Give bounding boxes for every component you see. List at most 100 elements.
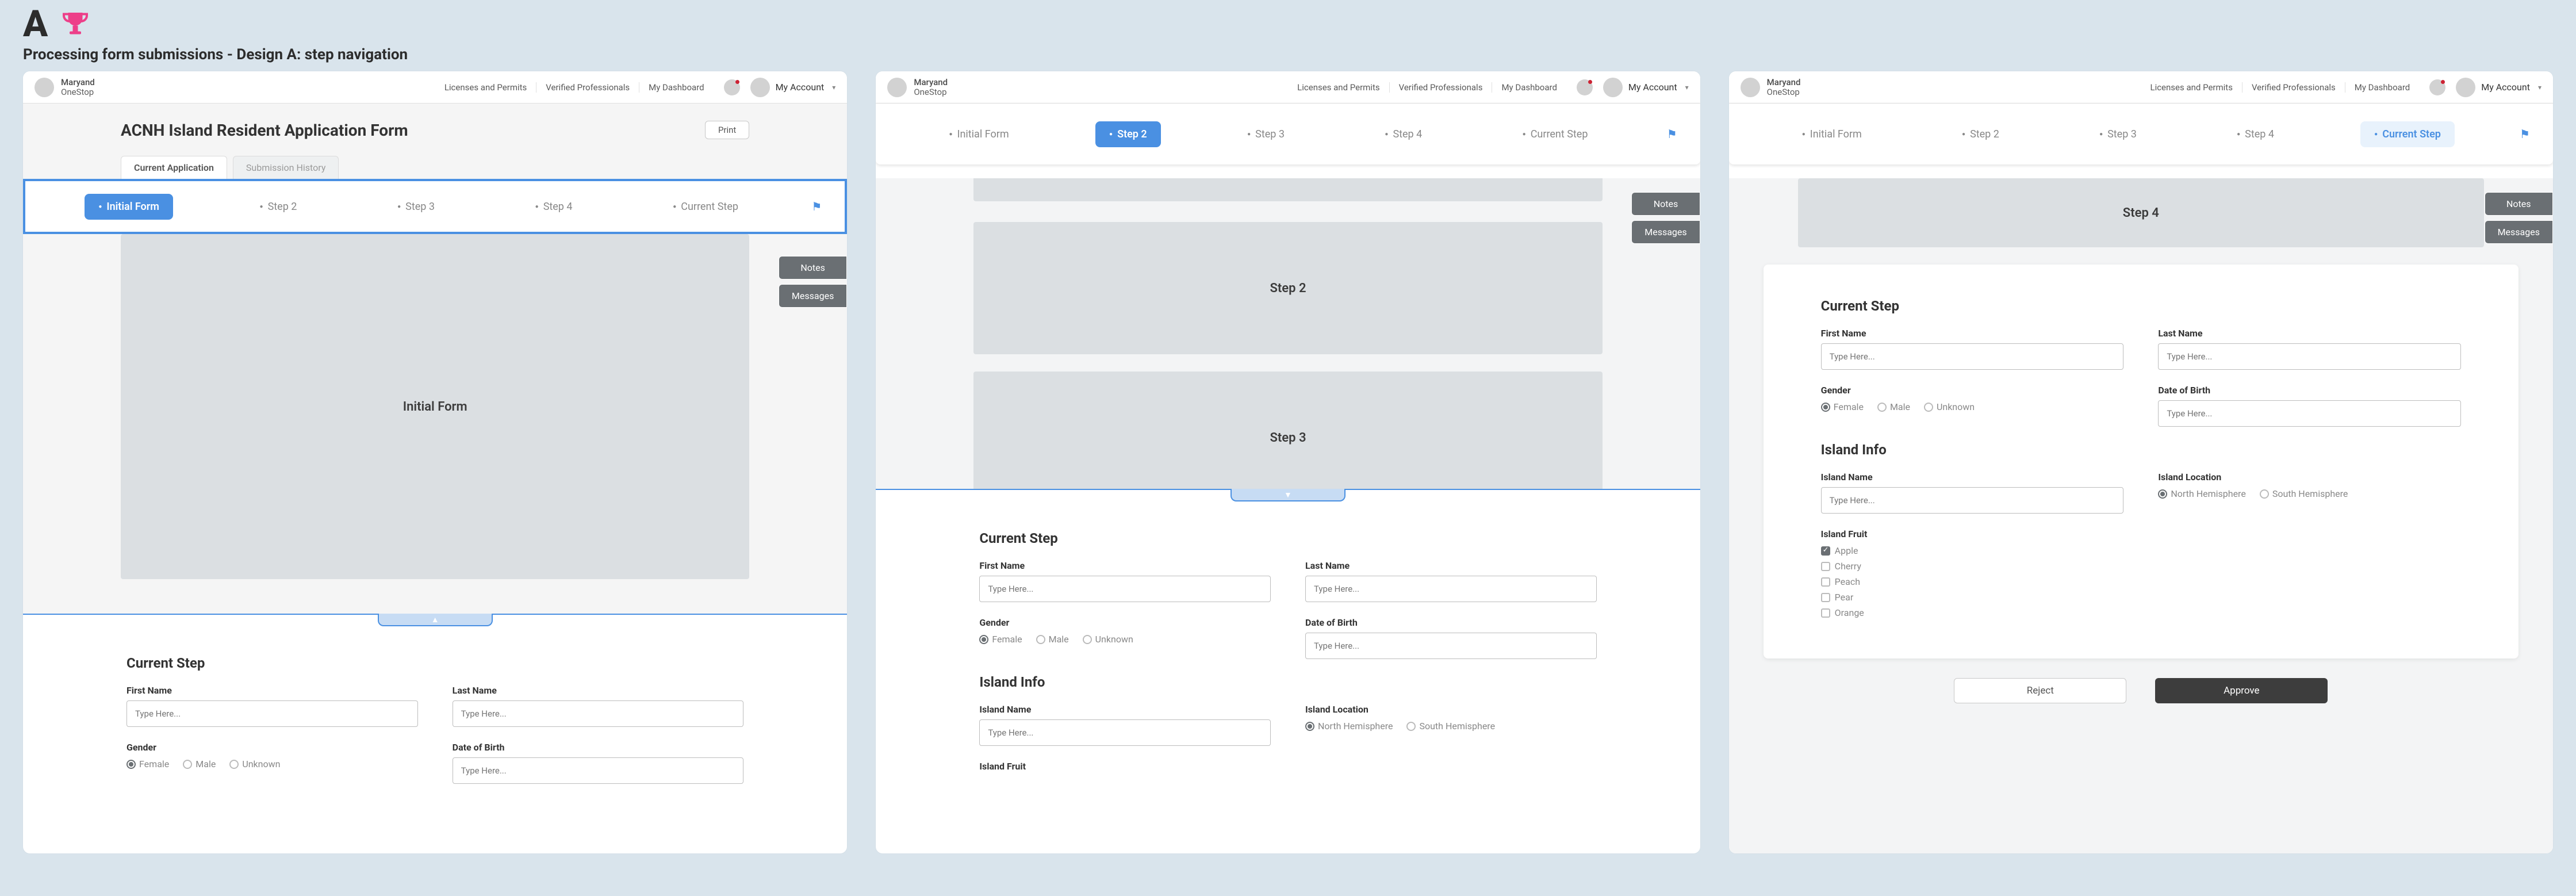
radio-south-hemisphere[interactable]: South Hemisphere: [1406, 721, 1495, 732]
step-4[interactable]: ●Step 4: [522, 194, 586, 220]
radio-unknown[interactable]: Unknown: [1924, 401, 1975, 412]
radio-male[interactable]: Male: [1877, 401, 1910, 412]
account-label: My Account: [776, 82, 825, 93]
step-initial-form[interactable]: ●Initial Form: [85, 194, 173, 220]
radio-female[interactable]: Female: [979, 634, 1022, 645]
messages-button[interactable]: Messages: [1631, 220, 1700, 244]
nav-link-verified[interactable]: Verified Professionals: [1390, 82, 1493, 93]
step-current[interactable]: ●Current Step: [659, 194, 752, 220]
step-2[interactable]: ●Step 2: [1948, 121, 2013, 147]
input-dob[interactable]: [453, 757, 744, 784]
checkbox-cherry[interactable]: Cherry: [1821, 561, 2124, 572]
notes-button[interactable]: Notes: [2485, 192, 2553, 216]
splitter-handle-icon[interactable]: ▲: [378, 614, 493, 626]
input-dob[interactable]: [2158, 400, 2461, 427]
nav-link-dashboard[interactable]: My Dashboard: [2345, 82, 2419, 93]
label-island-name: Island Name: [1821, 472, 2124, 483]
account-menu[interactable]: My Account▾: [1603, 78, 1689, 97]
input-last-name[interactable]: [1305, 576, 1597, 602]
chevron-down-icon: ▾: [832, 83, 835, 91]
chevron-down-icon: ▾: [1685, 83, 1689, 91]
step-2[interactable]: ●Step 2: [246, 194, 311, 220]
input-last-name[interactable]: [453, 700, 744, 727]
notification-bell-icon[interactable]: [1577, 79, 1593, 95]
step-4[interactable]: ●Step 4: [1371, 121, 1436, 147]
current-step-card: Current Step First Name Last Name: [1764, 265, 2518, 658]
nav-link-verified[interactable]: Verified Professionals: [2242, 82, 2345, 93]
label-island-location: Island Location: [2158, 472, 2461, 483]
checkbox-apple[interactable]: Apple: [1821, 545, 2124, 556]
section-step-3: Step 3: [973, 372, 1602, 489]
checkbox-peach[interactable]: Peach: [1821, 576, 2124, 587]
checkbox-orange[interactable]: Orange: [1821, 607, 2124, 618]
notification-bell-icon[interactable]: [724, 79, 740, 95]
nav-link-licenses[interactable]: Licenses and Permits: [1288, 82, 1389, 93]
notification-bell-icon[interactable]: [2429, 79, 2445, 95]
checkbox-pear[interactable]: Pear: [1821, 592, 2124, 603]
brand-avatar: [1741, 78, 1760, 97]
label-last-name: Last Name: [1305, 560, 1597, 571]
flag-icon[interactable]: ⚑: [2520, 127, 2530, 141]
radio-male[interactable]: Male: [183, 759, 216, 769]
section-initial-form: Initial Form: [121, 234, 749, 579]
nav-link-licenses[interactable]: Licenses and Permits: [435, 82, 536, 93]
mockup-panel-c: MaryandOneStop Licenses and Permits Veri…: [1729, 71, 2553, 853]
tab-submission-history[interactable]: Submission History: [233, 156, 339, 179]
account-menu[interactable]: My Account ▾: [750, 78, 836, 97]
notes-button[interactable]: Notes: [779, 256, 847, 279]
input-first-name[interactable]: [1821, 343, 2124, 370]
radio-unknown[interactable]: Unknown: [229, 759, 280, 769]
radio-male[interactable]: Male: [1036, 634, 1069, 645]
radio-unknown[interactable]: Unknown: [1083, 634, 1133, 645]
messages-button[interactable]: Messages: [2485, 220, 2553, 244]
step-3[interactable]: ●Step 3: [2086, 121, 2150, 147]
flag-icon[interactable]: ⚑: [1667, 127, 1677, 141]
top-nav: MaryandOneStop Licenses and Permits Veri…: [876, 71, 1700, 104]
step-4[interactable]: ●Step 4: [2223, 121, 2288, 147]
step-3[interactable]: ●Step 3: [384, 194, 448, 220]
radio-female[interactable]: Female: [1821, 401, 1864, 412]
input-island-name[interactable]: [1821, 487, 2124, 514]
label-island-fruit: Island Fruit: [979, 761, 1596, 772]
input-island-name[interactable]: [979, 719, 1271, 746]
splitter-handle-icon[interactable]: ▼: [1230, 489, 1346, 501]
brand-label: MaryandOneStop: [61, 78, 95, 97]
reject-button[interactable]: Reject: [1954, 678, 2126, 703]
step-initial-form[interactable]: ●Initial Form: [1788, 121, 1876, 147]
splitter[interactable]: ▲: [23, 614, 847, 626]
step-current[interactable]: ●Current Step: [1509, 121, 1602, 147]
print-button[interactable]: Print: [705, 121, 749, 139]
step-initial-form[interactable]: ●Initial Form: [936, 121, 1023, 147]
label-first-name: First Name: [1821, 328, 2124, 339]
nav-link-dashboard[interactable]: My Dashboard: [1492, 82, 1566, 93]
radio-south-hemisphere[interactable]: South Hemisphere: [2260, 488, 2348, 499]
section-step-4: Step 4: [1798, 178, 2484, 247]
nav-link-licenses[interactable]: Licenses and Permits: [2141, 82, 2242, 93]
radio-north-hemisphere[interactable]: North Hemisphere: [2158, 488, 2245, 499]
approve-button[interactable]: Approve: [2155, 678, 2328, 703]
input-first-name[interactable]: [979, 576, 1271, 602]
nav-link-dashboard[interactable]: My Dashboard: [639, 82, 713, 93]
radio-female[interactable]: Female: [126, 759, 169, 769]
input-last-name[interactable]: [2158, 343, 2461, 370]
top-nav: MaryandOneStop Licenses and Permits Veri…: [23, 71, 847, 104]
messages-button[interactable]: Messages: [779, 284, 847, 308]
form-title: ACNH Island Resident Application Form: [121, 121, 749, 140]
step-2[interactable]: ●Step 2: [1095, 121, 1161, 147]
step-3[interactable]: ●Step 3: [1233, 121, 1298, 147]
editable-form: Current Step First Name Last Name: [23, 626, 847, 822]
section-title-current-step: Current Step: [126, 655, 743, 671]
flag-icon[interactable]: ⚑: [811, 200, 822, 213]
section-title-island-info: Island Info: [1821, 442, 2461, 458]
mockup-panel-b: MaryandOneStop Licenses and Permits Veri…: [876, 71, 1700, 853]
mockup-panel-a: MaryandOneStop Licenses and Permits Veri…: [23, 71, 847, 853]
nav-link-verified[interactable]: Verified Professionals: [536, 82, 639, 93]
radio-north-hemisphere[interactable]: North Hemisphere: [1305, 721, 1393, 732]
tab-current-application[interactable]: Current Application: [121, 156, 227, 179]
splitter[interactable]: ▼: [876, 489, 1700, 501]
step-current[interactable]: ●Current Step: [2360, 121, 2455, 147]
input-first-name[interactable]: [126, 700, 418, 727]
input-dob[interactable]: [1305, 633, 1597, 659]
account-menu[interactable]: My Account▾: [2456, 78, 2542, 97]
notes-button[interactable]: Notes: [1631, 192, 1700, 216]
